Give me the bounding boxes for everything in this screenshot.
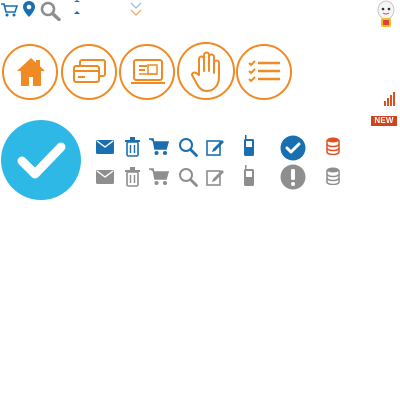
edit-icon[interactable]	[206, 168, 224, 186]
news-button[interactable]	[119, 44, 175, 100]
trash-icon[interactable]	[125, 167, 140, 187]
cards-icon	[71, 57, 109, 87]
hand-stop-button[interactable]	[177, 42, 235, 100]
search-icon[interactable]	[178, 167, 198, 187]
cart-icon[interactable]	[149, 138, 170, 156]
database-icon[interactable]	[326, 137, 340, 155]
search-icon[interactable]	[40, 1, 62, 21]
mail-icon[interactable]	[96, 140, 114, 154]
phone-icon[interactable]	[243, 165, 255, 187]
edit-icon[interactable]	[206, 138, 224, 156]
phone-icon[interactable]	[243, 135, 255, 157]
sort-arrows-icon[interactable]	[72, 0, 82, 18]
mascot-icon	[374, 0, 398, 30]
check-circle-icon[interactable]	[0, 119, 82, 201]
double-chevron-down-icon[interactable]	[129, 0, 143, 20]
home-icon	[14, 55, 48, 89]
trash-icon[interactable]	[125, 137, 140, 157]
checklist-icon	[247, 58, 283, 88]
mail-icon[interactable]	[96, 170, 114, 184]
cards-button[interactable]	[61, 44, 117, 100]
checklist-button[interactable]	[236, 44, 292, 100]
search-icon[interactable]	[178, 137, 198, 157]
alert-circle-icon[interactable]	[280, 164, 306, 190]
signal-bars-icon	[383, 92, 397, 106]
hand-stop-icon	[191, 49, 223, 93]
new-badge: NEW	[371, 116, 397, 126]
news-icon	[129, 57, 167, 87]
check-circle-small-icon[interactable]	[280, 135, 306, 161]
database-icon[interactable]	[326, 167, 340, 185]
cart-icon[interactable]	[149, 168, 170, 186]
map-pin-icon[interactable]	[22, 0, 36, 18]
cart-icon[interactable]	[0, 2, 18, 18]
home-button[interactable]	[2, 44, 58, 100]
